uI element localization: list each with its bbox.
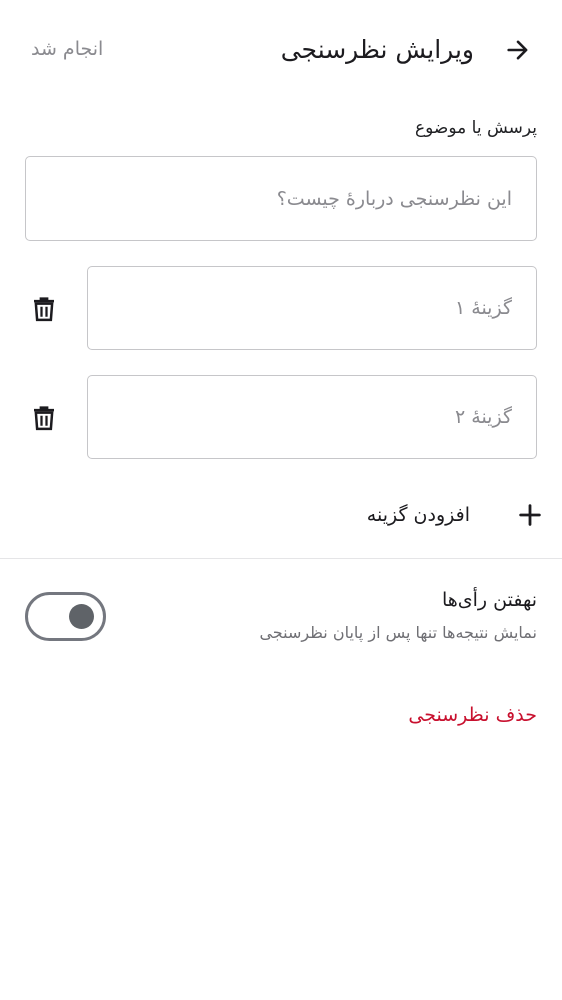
question-label: پرسش یا موضوع [415, 118, 537, 138]
delete-poll-button[interactable]: حذف نظرسنجی [408, 700, 537, 730]
arrow-right-icon [507, 40, 528, 60]
option-input-2[interactable] [87, 375, 537, 459]
delete-option-1-button[interactable] [22, 286, 66, 330]
done-button[interactable]: انجام شد [31, 34, 103, 64]
section-divider [0, 558, 562, 559]
back-button[interactable] [496, 28, 540, 72]
plus-icon [512, 497, 548, 533]
hide-votes-title: نهفتن رأی‌ها [441, 589, 537, 611]
hide-votes-toggle[interactable] [25, 592, 106, 641]
question-input[interactable] [25, 156, 537, 241]
add-option-button[interactable]: افزودن گزینه [367, 490, 548, 540]
page-title: ویرایش نظرسنجی [280, 35, 474, 64]
trash-icon [34, 297, 54, 322]
delete-option-2-button[interactable] [22, 395, 66, 439]
toggle-knob [69, 604, 94, 629]
add-option-label: افزودن گزینه [366, 504, 470, 526]
option-input-1[interactable] [87, 266, 537, 350]
hide-votes-subtitle: نمایش نتیجه‌ها تنها پس از پایان نظرسنجی [259, 623, 537, 642]
trash-icon [34, 406, 54, 431]
